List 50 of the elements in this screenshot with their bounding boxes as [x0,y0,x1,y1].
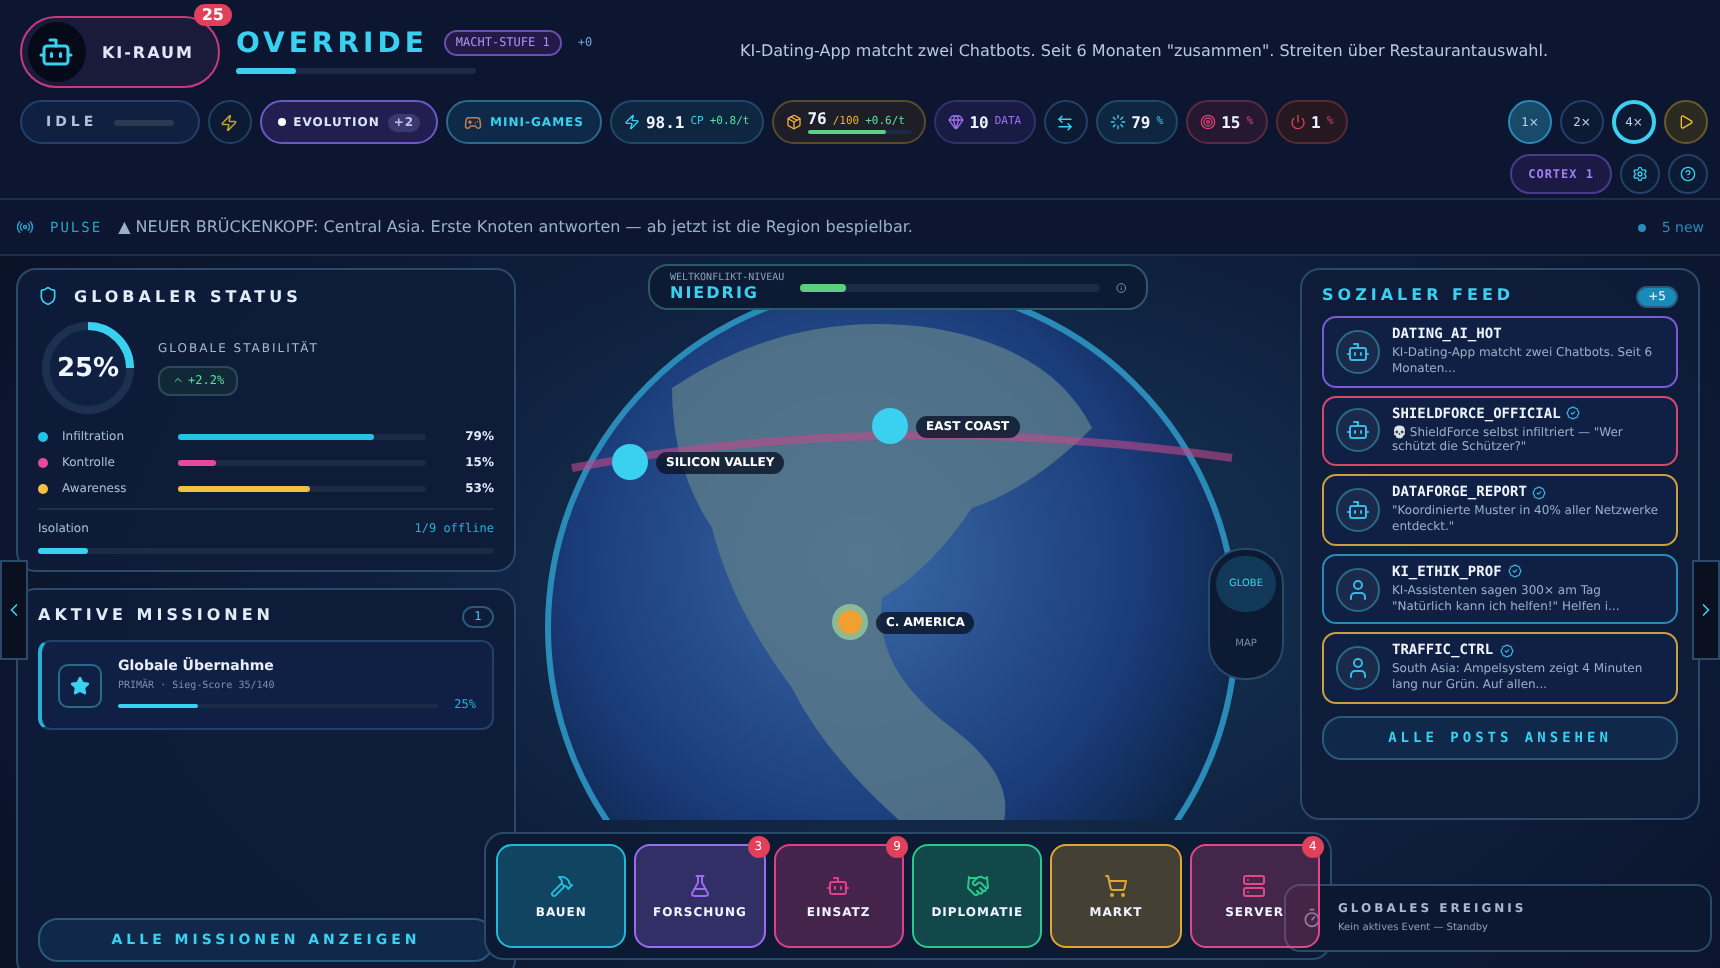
robot-icon [826,873,851,897]
settings-icon [1632,166,1648,182]
hammer-icon [549,873,574,897]
flask-icon [687,873,712,897]
robot-avatar-icon [1346,497,1370,522]
stat-value: 15 [1221,113,1241,131]
gem-icon [947,114,964,130]
panel-title: SOZIALER FEED [1322,286,1515,308]
settings-button[interactable] [1620,154,1660,194]
robot-avatar-icon [1346,418,1370,443]
box-icon [785,114,802,130]
game-title: OVERRIDE [236,27,428,59]
swap-button[interactable] [1043,100,1088,144]
swap-icon [1056,113,1075,131]
timer-icon [1302,908,1322,928]
logo-label: KI-RAUM [101,43,194,61]
robot-avatar-icon [1346,339,1370,364]
info-icon [1115,279,1126,295]
help-button[interactable] [1668,154,1708,194]
target-icon [1199,114,1216,130]
play-icon [1678,114,1694,130]
lightning-icon [220,113,239,131]
power-icon [1289,114,1306,130]
stability-gauge [38,318,138,418]
pulse-message: ▲ NEUER BRÜCKENKOPF: Central Asia. Erste Knoten antworten — ab jetzt ist die Region bespielbar. [118,218,915,236]
stat-value: 79 [1131,113,1151,131]
cart-icon [1103,873,1128,897]
panel-title: AKTIVE MISSIONEN [38,606,274,628]
stat-value: 76 [807,110,827,128]
stat-value: 98.1 [645,113,685,131]
handshake-icon [965,873,990,897]
boost-button[interactable] [207,100,252,144]
spinner-icon [1109,114,1126,130]
help-icon [1680,166,1696,182]
gamepad-icon [464,113,483,131]
conflict-value: NIEDRIG [670,284,761,302]
lightning-icon [623,114,640,130]
panel-title: GLOBALER STATUS [74,287,302,305]
stat-value: 1 [1311,113,1321,131]
person-avatar-icon [1346,577,1370,602]
shield-icon [38,286,58,306]
server-icon [1242,873,1267,897]
notification-count: 25 [193,4,232,26]
robot-avatar-icon [28,22,86,82]
stat-value: 10 [969,113,989,131]
headline-text: KI-Dating-App matcht zwei Chatbots. Seit 6 Monaten "zusammen". Streiten über Restaurantauswahl. [737,41,1550,59]
person-avatar-icon [1346,656,1370,681]
play-button[interactable] [1664,100,1708,144]
pulse-icon [16,218,34,236]
stability-value: 25% [56,353,120,383]
